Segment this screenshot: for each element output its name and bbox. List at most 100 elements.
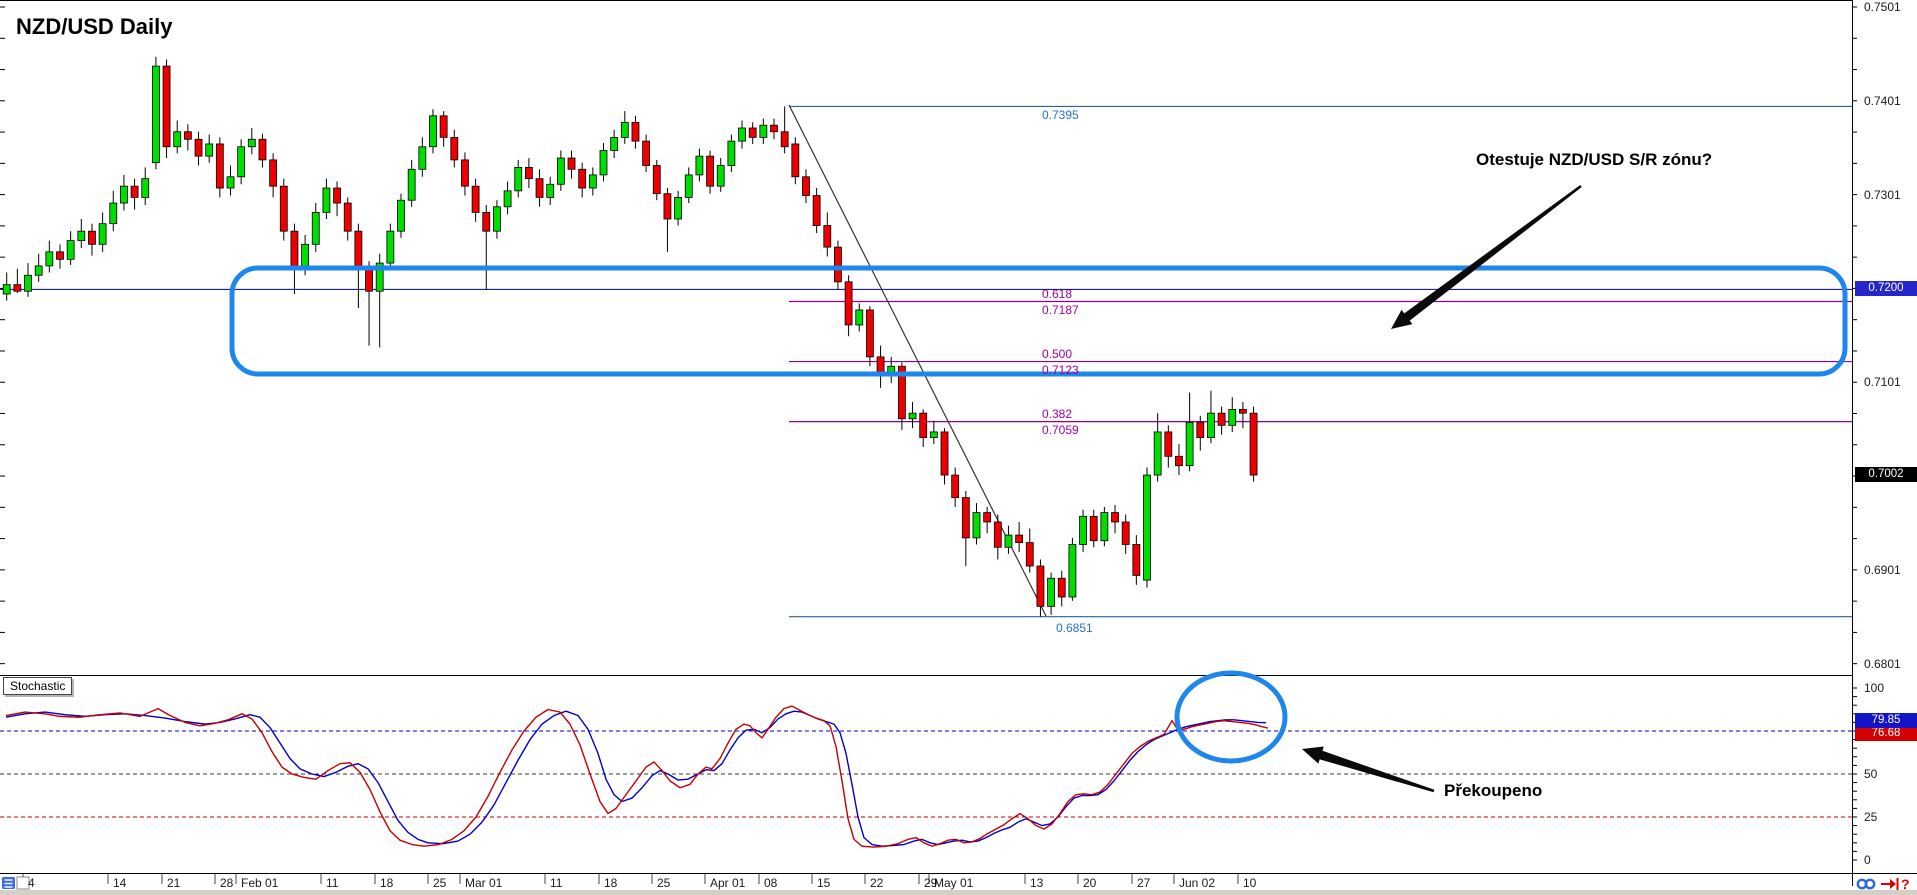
price-axis-label: 0.7401: [1864, 93, 1901, 108]
help-icon[interactable]: ?: [1901, 876, 1910, 892]
candle-down: [343, 202, 352, 232]
candle-up: [77, 230, 86, 241]
chart-shift-icon[interactable]: [1890, 879, 1896, 889]
candle-down: [88, 230, 96, 245]
candle-down: [951, 474, 960, 498]
candle-up: [674, 197, 682, 220]
date-label: 08: [764, 876, 778, 890]
chart-canvas[interactable]: [0, 0, 1917, 895]
sr-zone-arrow: [1391, 184, 1582, 329]
candle-up: [1228, 409, 1237, 426]
candle-up: [429, 115, 437, 148]
date-label: Jun 02: [1179, 876, 1216, 890]
fib-price-label: 0.7059: [1042, 422, 1079, 437]
price-axis-label: 0.6901: [1864, 562, 1901, 577]
date-label: 10: [1243, 876, 1257, 890]
candle-up: [620, 121, 629, 138]
candle-down: [215, 143, 224, 189]
current-price-badge: 0.7002: [1855, 467, 1917, 483]
candle-up: [45, 251, 54, 267]
candle-up: [738, 127, 746, 142]
candle-up: [695, 155, 704, 176]
candle-down: [652, 165, 661, 195]
indicator-axis-label: 50: [1864, 767, 1878, 781]
fib-high-label: 0.7395: [1042, 108, 1079, 123]
candle-up: [2, 284, 11, 295]
candle-up: [493, 206, 501, 232]
candle-up: [727, 140, 736, 166]
annotation-overbought: Překoupeno: [1444, 781, 1543, 800]
date-label: Feb 01: [241, 876, 279, 890]
indicator-axis-label: 0: [1864, 853, 1871, 867]
candle-up: [24, 274, 32, 292]
candle-down: [844, 281, 853, 326]
window-bottom-strip: [0, 890, 1917, 895]
date-label: 25: [433, 876, 447, 890]
overbought-ellipse: [1174, 670, 1288, 764]
price-level-badge: 0.7200: [1855, 281, 1917, 297]
candle-down: [130, 185, 139, 198]
candle-up: [311, 212, 320, 245]
price-axis-label: 0.7301: [1864, 187, 1901, 202]
fib-low-label: 0.6851: [1056, 620, 1093, 635]
candle-up: [1079, 515, 1087, 545]
candle-up: [98, 223, 107, 245]
candle-up: [120, 185, 128, 204]
candle-down: [450, 136, 459, 161]
date-label: 11: [326, 876, 339, 890]
candle-down: [961, 497, 970, 539]
candle-up: [1143, 474, 1151, 581]
candle-up: [929, 431, 938, 438]
candle-down: [482, 212, 491, 232]
date-label: Mar 01: [465, 876, 503, 890]
candle-up: [684, 174, 693, 198]
sr-zone-rectangle: [229, 265, 1848, 377]
candle-down: [631, 121, 640, 142]
fib-ratio-label: 0.618: [1042, 286, 1073, 301]
fib-price-label: 0.7187: [1042, 302, 1079, 317]
candle-down: [1025, 542, 1034, 567]
candle-down: [461, 159, 469, 187]
candle-down: [706, 155, 714, 187]
candle-up: [386, 230, 395, 264]
candle-down: [1089, 515, 1098, 542]
candle-down: [365, 268, 373, 292]
candle-down: [919, 412, 928, 438]
date-label: 25: [657, 876, 671, 890]
date-label: 4: [28, 876, 35, 890]
candle-up: [972, 512, 981, 539]
indicator-label: Stochastic: [3, 677, 73, 695]
candle-down: [1121, 521, 1130, 545]
date-label: 11: [550, 876, 563, 890]
candle-up: [173, 131, 182, 148]
candle-down: [663, 193, 672, 220]
candle-down: [823, 225, 832, 248]
candle-down: [471, 185, 480, 213]
candle-down: [780, 131, 789, 148]
date-label: 18: [380, 876, 394, 890]
candle-up: [546, 183, 555, 198]
candle-down: [578, 168, 587, 189]
candle-down: [290, 230, 299, 267]
candle-up: [1207, 412, 1215, 438]
indicator-axis-label: 100: [1864, 681, 1885, 695]
annotation-sr-zone: Otestuje NZD/USD S/R zónu?: [1476, 150, 1713, 169]
candle-down: [567, 157, 576, 170]
candle-down: [524, 166, 533, 180]
candle-down: [1217, 412, 1226, 426]
candle-up: [588, 174, 597, 189]
candle-down: [642, 140, 651, 166]
date-label: 21: [167, 876, 181, 890]
fib-ratio-label: 0.382: [1042, 406, 1073, 421]
date-label: 27: [1137, 876, 1151, 890]
candle-down: [13, 284, 22, 292]
fib-ratio-label: 0.500: [1042, 346, 1073, 361]
candle-down: [1036, 565, 1045, 607]
candle-up: [205, 143, 214, 157]
candle-down: [354, 230, 363, 270]
candle-up: [237, 146, 246, 178]
candle-up: [407, 168, 416, 201]
candle-down: [993, 521, 1002, 548]
candle-up: [759, 124, 768, 138]
candle-down: [1164, 431, 1173, 457]
